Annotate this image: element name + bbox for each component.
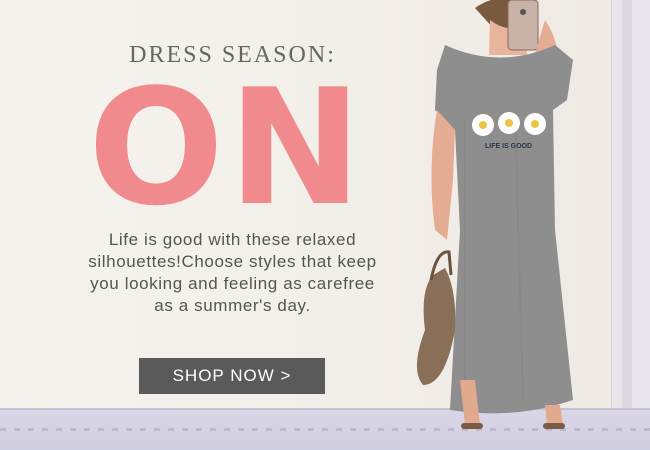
daisy-print-icon: [472, 112, 546, 136]
big-word-text: ON: [88, 54, 366, 241]
wall-panel: [611, 0, 650, 410]
banner-body-text: Life is good with these relaxed silhouet…: [88, 230, 377, 315]
big-word-on: ON: [88, 68, 388, 228]
promo-banner: DRESS SEASON: ON Life is good with these…: [0, 0, 650, 450]
model-in-dress-image: LIFE IS GOOD: [416, 0, 573, 429]
shop-now-button[interactable]: SHOP NOW >: [139, 358, 325, 394]
dress-print-text: LIFE IS GOOD: [485, 143, 532, 150]
